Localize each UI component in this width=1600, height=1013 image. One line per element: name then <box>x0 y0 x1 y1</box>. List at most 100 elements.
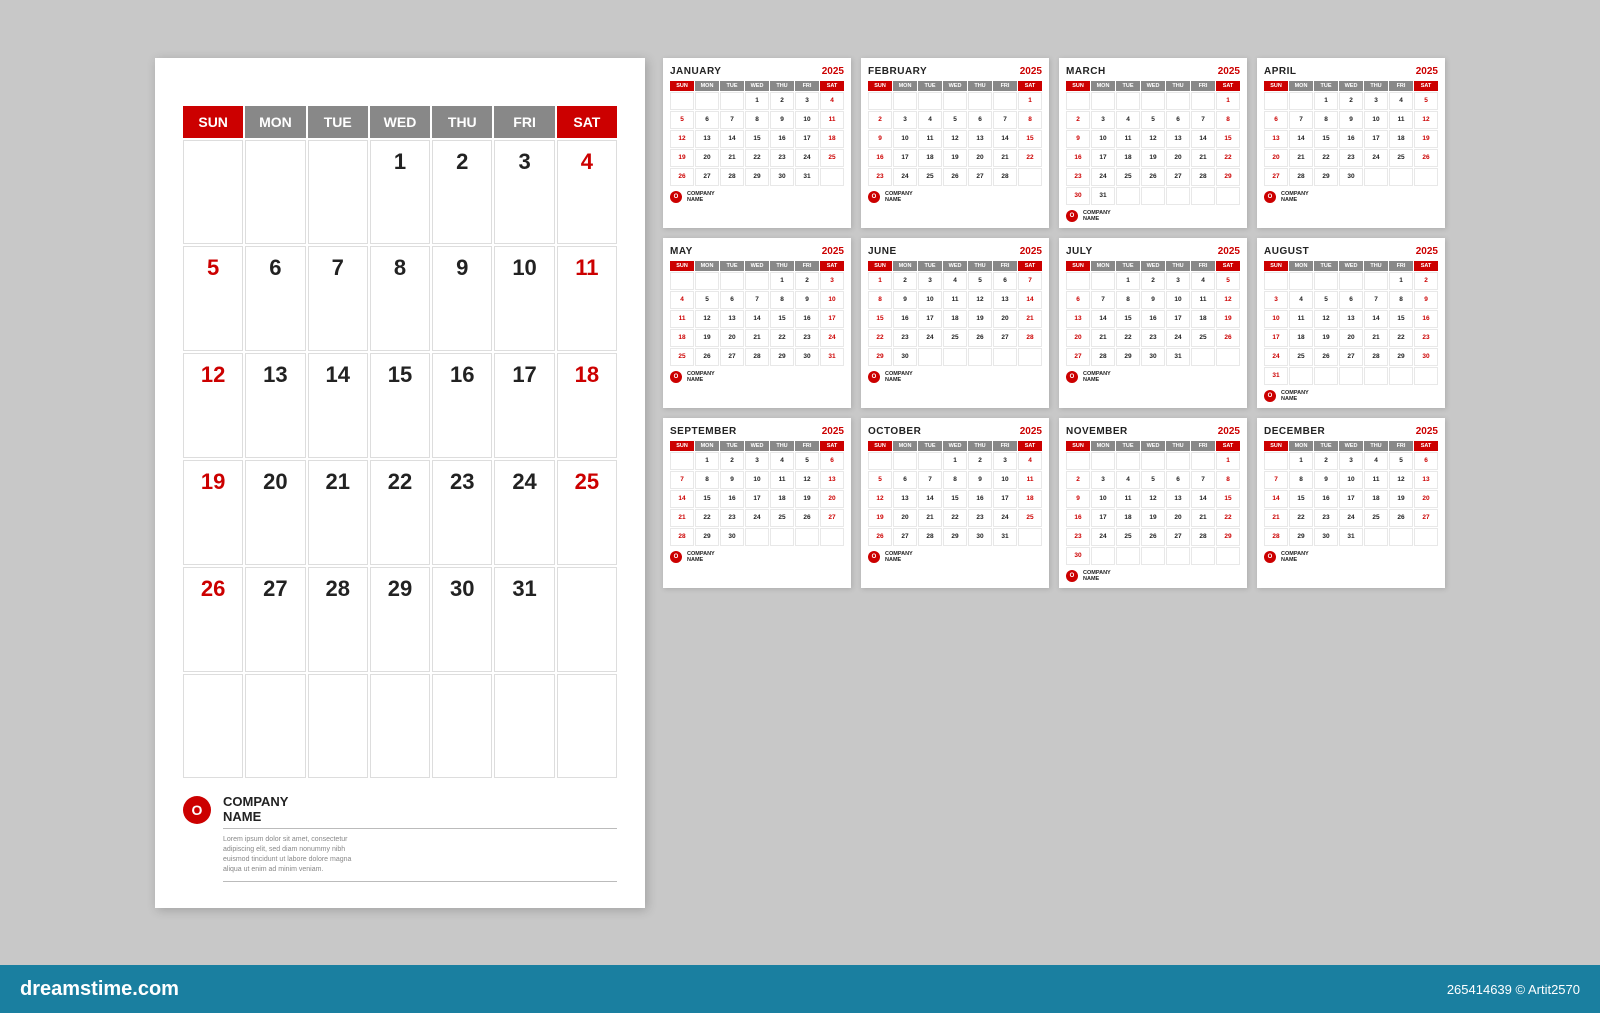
small-day-cell <box>1389 168 1413 186</box>
small-day-cell: 14 <box>670 490 694 508</box>
small-day-cell: 29 <box>770 348 794 366</box>
small-day-cell: 30 <box>1066 547 1090 565</box>
small-day-cell: 30 <box>720 528 744 546</box>
small-day-cell <box>820 168 844 186</box>
small-company-name: COMPANYNAME <box>885 551 913 563</box>
small-day-cell <box>1339 367 1363 385</box>
small-company-logo: O <box>1264 191 1276 203</box>
small-day-cell: 23 <box>1066 528 1090 546</box>
small-day-cell: 3 <box>1364 92 1388 110</box>
small-day-cell <box>1314 272 1338 290</box>
small-dh-sun: SUN <box>1066 261 1090 271</box>
small-day-cell: 25 <box>1018 509 1042 527</box>
small-calendar-august: AUGUST2025SUNMONTUEWEDTHUFRISAT123456789… <box>1257 238 1445 408</box>
small-day-cell: 3 <box>745 452 769 470</box>
small-day-cell: 4 <box>820 92 844 110</box>
large-day-cell: 16 <box>432 353 492 458</box>
small-dh-tue: TUE <box>1314 81 1338 91</box>
large-day-cell: 10 <box>494 246 554 351</box>
large-day-cell: 5 <box>183 246 243 351</box>
small-day-cell: 3 <box>795 92 819 110</box>
small-day-cell: 25 <box>820 149 844 167</box>
small-company-name: COMPANYNAME <box>885 371 913 383</box>
small-day-cell <box>1091 452 1115 470</box>
small-day-cell: 21 <box>1191 149 1215 167</box>
small-day-cell: 5 <box>968 272 992 290</box>
large-day-cell: 1 <box>370 140 430 245</box>
small-day-cell: 8 <box>745 111 769 129</box>
small-day-cell <box>820 528 844 546</box>
small-calendar-june: JUNE2025SUNMONTUEWEDTHUFRISAT12345678910… <box>861 238 1049 408</box>
small-day-cell <box>1091 272 1115 290</box>
small-day-cell: 29 <box>745 168 769 186</box>
small-day-cell: 8 <box>1216 111 1240 129</box>
small-day-cell: 23 <box>1414 329 1438 347</box>
small-day-cell <box>1018 348 1042 366</box>
small-dh-fri: FRI <box>993 261 1017 271</box>
small-day-cell: 27 <box>893 528 917 546</box>
small-day-cell: 4 <box>943 272 967 290</box>
small-day-cell: 28 <box>1289 168 1313 186</box>
small-day-cell: 1 <box>1314 92 1338 110</box>
small-dh-wed: WED <box>1339 441 1363 451</box>
small-day-cell: 6 <box>820 452 844 470</box>
small-day-cell: 10 <box>820 291 844 309</box>
small-company-logo: O <box>1264 390 1276 402</box>
small-dh-sat: SAT <box>1414 441 1438 451</box>
small-day-cell: 7 <box>1264 471 1288 489</box>
small-day-cell: 2 <box>720 452 744 470</box>
small-day-cell: 28 <box>745 348 769 366</box>
small-dh-sun: SUN <box>1264 81 1288 91</box>
small-day-cell: 8 <box>1116 291 1140 309</box>
large-calendar: SUN MON TUE WED THU FRI SAT 123456789101… <box>155 58 645 908</box>
small-day-cell: 5 <box>943 111 967 129</box>
small-day-cell: 6 <box>695 111 719 129</box>
small-day-cell: 4 <box>1018 452 1042 470</box>
small-dh-thu: THU <box>968 261 992 271</box>
small-day-cell: 15 <box>1018 130 1042 148</box>
large-day-cell: 3 <box>494 140 554 245</box>
small-day-cell: 16 <box>968 490 992 508</box>
small-day-cell: 10 <box>795 111 819 129</box>
small-day-cell: 22 <box>1314 149 1338 167</box>
small-day-cell: 14 <box>1289 130 1313 148</box>
small-day-cell: 15 <box>1389 310 1413 328</box>
small-day-cell: 25 <box>1116 168 1140 186</box>
small-month-name: MARCH <box>1066 66 1106 77</box>
small-day-cell: 25 <box>943 329 967 347</box>
small-day-cell: 30 <box>1339 168 1363 186</box>
small-day-cell: 18 <box>1116 149 1140 167</box>
small-day-cell <box>893 452 917 470</box>
large-day-cell <box>183 674 243 779</box>
small-day-cell: 17 <box>1091 509 1115 527</box>
small-dh-sun: SUN <box>670 81 694 91</box>
small-day-cell: 9 <box>1141 291 1165 309</box>
small-day-cell: 13 <box>968 130 992 148</box>
small-day-cell <box>943 348 967 366</box>
small-day-cell: 12 <box>1314 310 1338 328</box>
small-day-cell: 28 <box>1264 528 1288 546</box>
small-day-cell: 7 <box>745 291 769 309</box>
small-day-cell <box>1216 547 1240 565</box>
small-day-cell: 14 <box>745 310 769 328</box>
small-day-headers: SUNMONTUEWEDTHUFRISAT <box>1066 261 1240 271</box>
large-day-cell: 8 <box>370 246 430 351</box>
small-day-cell <box>1018 168 1042 186</box>
small-day-cell: 23 <box>770 149 794 167</box>
small-dh-sat: SAT <box>1018 441 1042 451</box>
small-day-cell: 14 <box>1264 490 1288 508</box>
small-day-cell: 25 <box>770 509 794 527</box>
small-day-cell: 7 <box>993 111 1017 129</box>
small-day-cell: 19 <box>1414 130 1438 148</box>
small-company-logo: O <box>868 371 880 383</box>
small-day-cell: 22 <box>1018 149 1042 167</box>
small-day-cell: 23 <box>720 509 744 527</box>
small-dh-tue: TUE <box>1314 261 1338 271</box>
small-day-cell: 23 <box>1314 509 1338 527</box>
dreamstime-logo[interactable]: dreamstime.com <box>20 978 179 1001</box>
large-day-cell: 20 <box>245 460 305 565</box>
small-day-cell: 21 <box>720 149 744 167</box>
large-day-cell: 14 <box>308 353 368 458</box>
small-day-cell: 13 <box>993 291 1017 309</box>
small-day-cell: 16 <box>795 310 819 328</box>
